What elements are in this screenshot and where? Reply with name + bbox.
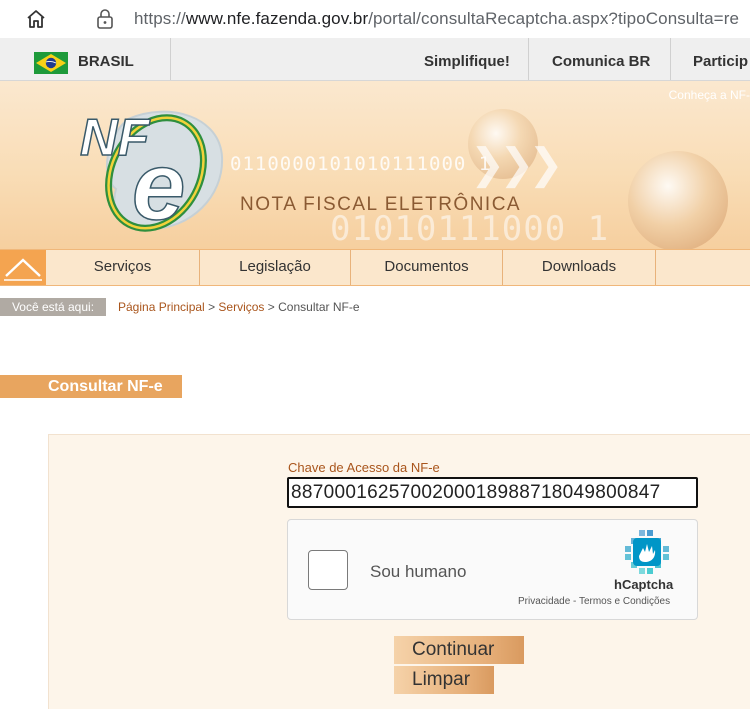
breadcrumb: Página Principal > Serviços > Consultar …	[118, 300, 360, 314]
chave-acesso-input[interactable]	[287, 477, 698, 508]
breadcrumb-home-link[interactable]: Página Principal	[118, 300, 205, 314]
logo-e-text: e	[132, 133, 185, 237]
nav-home[interactable]	[0, 250, 46, 285]
continuar-button[interactable]: Continuar	[394, 636, 524, 664]
nav-item-legislacao[interactable]: Legislação	[200, 250, 351, 285]
hcaptcha-logo-icon	[625, 530, 669, 574]
gov-bar: BRASIL Simplifique! Comunica BR Particip	[0, 38, 750, 81]
gov-link-comunica[interactable]: Comunica BR	[552, 53, 650, 70]
brasil-link[interactable]: BRASIL	[78, 53, 134, 70]
brazil-flag-icon	[34, 52, 68, 74]
gov-divider	[170, 38, 171, 80]
gov-link-simplifique[interactable]: Simplifique!	[424, 53, 510, 70]
nav-item-documentos[interactable]: Documentos	[351, 250, 503, 285]
hcaptcha-privacy-terms-link[interactable]: Privacidade - Termos e Condições	[518, 596, 670, 607]
decorative-sphere	[628, 151, 728, 249]
nav-item-servicos[interactable]: Serviços	[46, 250, 200, 285]
breadcrumb-current: Consultar NF-e	[278, 300, 360, 314]
url-path: /portal/consultaRecaptcha.aspx?tipoConsu…	[368, 9, 740, 28]
binary-decoration: 0110000101010111000 1	[230, 153, 492, 175]
limpar-button[interactable]: Limpar	[394, 666, 494, 694]
conheca-link[interactable]: Conheça a NF-	[669, 88, 750, 102]
home-icon[interactable]	[26, 9, 46, 29]
hcaptcha-widget: Sou humano hCaptcha Privacidade - Termos…	[287, 519, 698, 620]
url-prefix: https://	[134, 9, 186, 28]
hcaptcha-checkbox[interactable]	[308, 550, 348, 590]
home-icon	[4, 258, 42, 281]
url-domain: www.nfe.fazenda.gov.br	[185, 9, 369, 28]
chave-acesso-label: Chave de Acesso da NF-e	[288, 460, 440, 475]
breadcrumb-label: Você está aqui:	[0, 298, 106, 316]
breadcrumb-separator: >	[208, 300, 216, 314]
hcaptcha-label: Sou humano	[370, 562, 467, 581]
nfe-banner: ❯❯❯ 0110000101010111000 1 01010111000 1 …	[0, 81, 750, 249]
gov-link-participe[interactable]: Particip	[693, 53, 748, 70]
gov-divider	[528, 38, 529, 80]
breadcrumb-separator: >	[267, 300, 275, 314]
browser-address-bar: https://www.nfe.fazenda.gov.br/portal/co…	[0, 0, 750, 39]
gov-divider	[670, 38, 671, 80]
nav-item-downloads[interactable]: Downloads	[503, 250, 656, 285]
nfe-logo[interactable]: NF e	[70, 97, 240, 237]
url-field[interactable]: https://www.nfe.fazenda.gov.br/portal/co…	[134, 9, 739, 29]
banner-title: NOTA FISCAL ELETRÔNICA	[240, 194, 522, 215]
breadcrumb-servicos-link[interactable]: Serviços	[218, 300, 264, 314]
page-title: Consultar NF-e	[0, 375, 182, 398]
main-nav: Serviços Legislação Documentos Downloads	[0, 249, 750, 286]
hcaptcha-brand: hCaptcha	[614, 577, 674, 592]
lock-icon[interactable]	[96, 8, 114, 30]
